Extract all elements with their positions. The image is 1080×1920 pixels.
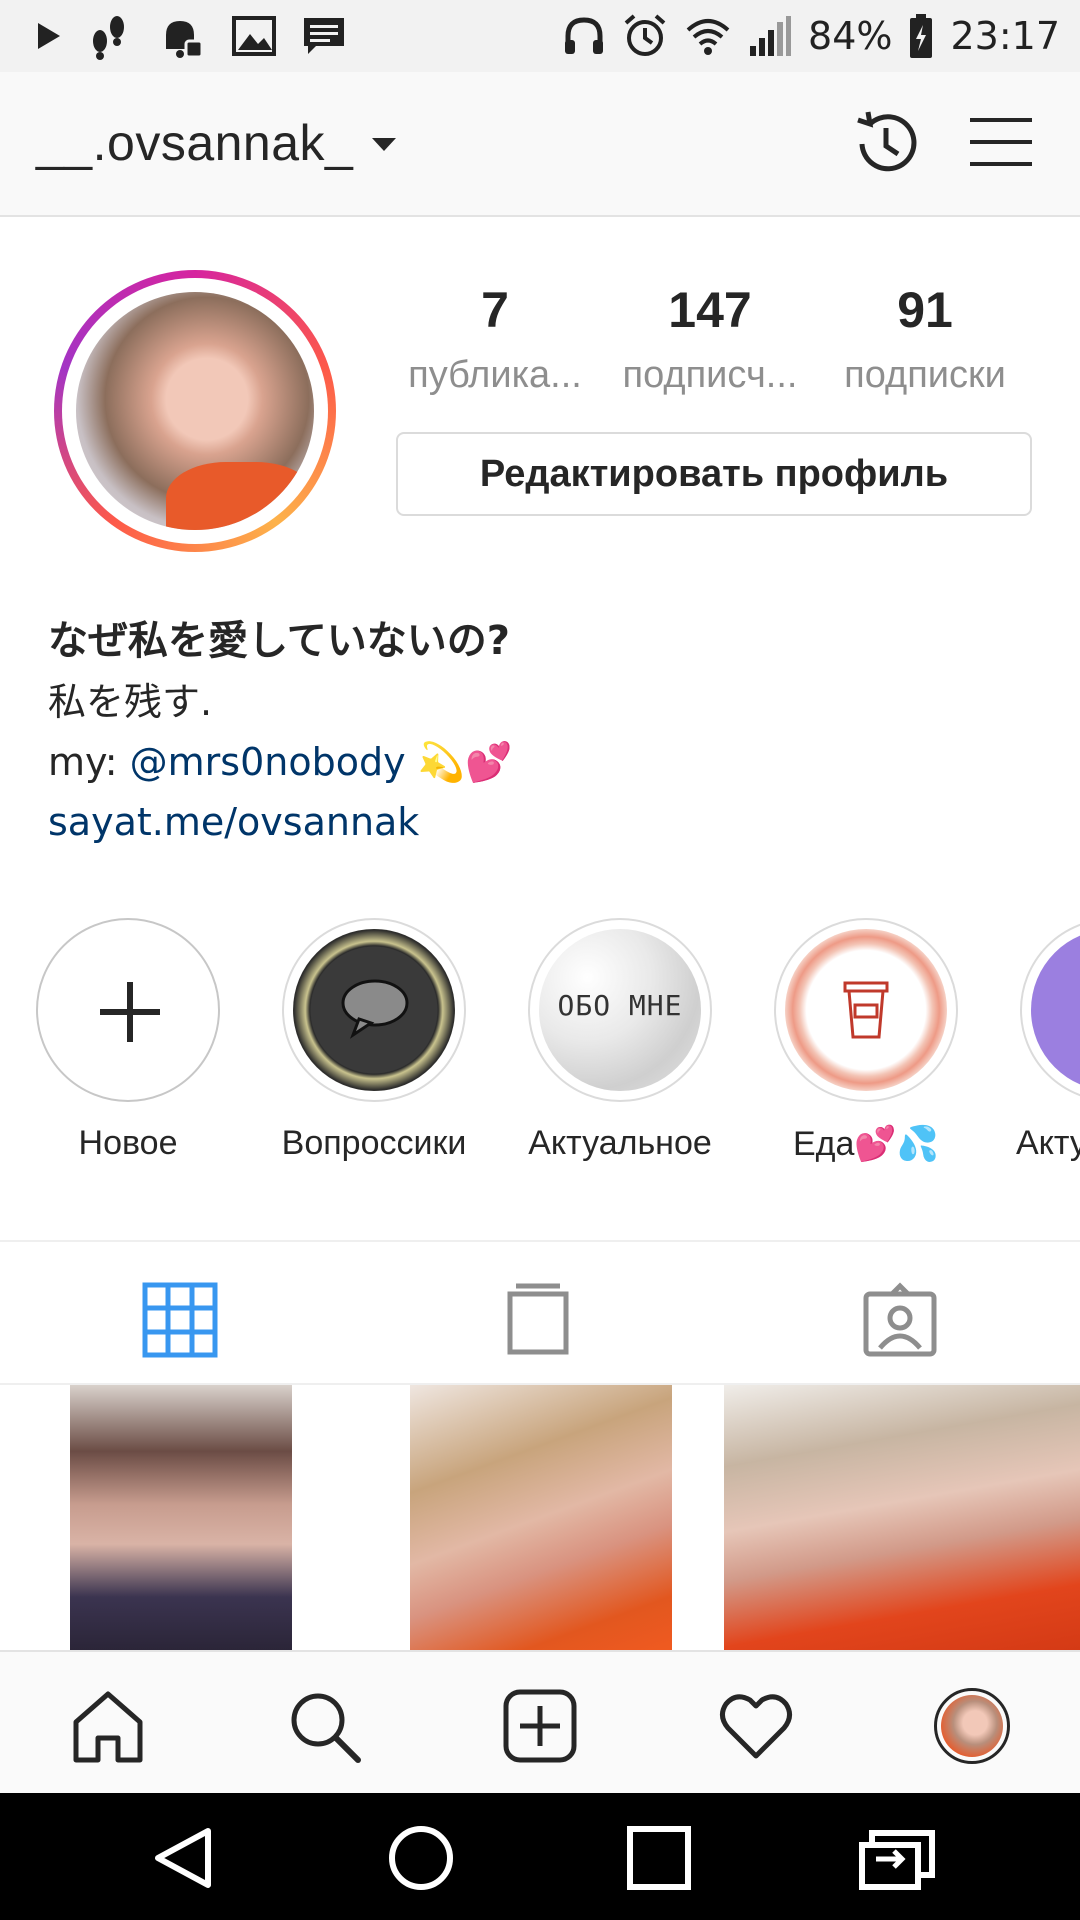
followers-label: подписч... bbox=[622, 354, 798, 396]
followers-count: 147 bbox=[668, 282, 752, 338]
battery-charging-icon bbox=[910, 14, 933, 58]
back-icon[interactable] bbox=[148, 1823, 218, 1893]
highlight-new[interactable]: Новое bbox=[28, 918, 228, 1168]
battery-percent: 84% bbox=[808, 14, 893, 58]
headphones-icon bbox=[565, 17, 604, 54]
grid-icon[interactable] bbox=[142, 1282, 218, 1358]
highlight-aktualnoe[interactable]: ОБО МНЕ Актуальное bbox=[520, 918, 720, 1163]
status-bar: 84% 23:17 bbox=[0, 0, 1080, 72]
tagged-icon[interactable] bbox=[862, 1282, 938, 1358]
profile-content-tabs bbox=[0, 1240, 1080, 1385]
post-thumbnail[interactable] bbox=[410, 1385, 672, 1650]
highlight-label: Еда💕💦 bbox=[792, 1125, 940, 1163]
signal-icon bbox=[750, 16, 792, 56]
clock: 23:17 bbox=[950, 14, 1060, 58]
search-icon[interactable] bbox=[286, 1688, 362, 1764]
highlight-cover-text: ОБО МНЕ bbox=[557, 989, 683, 1022]
post-thumbnail[interactable] bbox=[70, 1385, 292, 1650]
home-icon[interactable] bbox=[70, 1688, 146, 1764]
profile-avatar[interactable] bbox=[934, 1688, 1010, 1764]
following-count: 91 bbox=[897, 282, 953, 338]
switch-apps-icon[interactable] bbox=[858, 1823, 938, 1893]
plus-icon bbox=[100, 982, 160, 1042]
posts-label: публика... bbox=[408, 354, 582, 396]
muted-bell-icon bbox=[166, 21, 204, 59]
highlight-label: Акту bbox=[1016, 1124, 1080, 1162]
following-label: подписки bbox=[844, 354, 1006, 396]
chevron-down-icon[interactable] bbox=[372, 138, 396, 151]
alarm-icon bbox=[624, 14, 666, 56]
footsteps-icon bbox=[93, 16, 124, 60]
coffee-cup-icon bbox=[843, 981, 889, 1039]
home-button-icon[interactable] bbox=[386, 1823, 456, 1893]
edit-profile-button[interactable]: Редактировать профиль bbox=[396, 432, 1032, 516]
highlight-label: Новое bbox=[78, 1124, 178, 1162]
website-link[interactable]: sayat.me/ovsannak bbox=[48, 792, 1028, 852]
story-highlights: Новое Вопроссики ОБО МНЕ Актуальное Еда💕… bbox=[0, 918, 1080, 1168]
image-icon bbox=[232, 16, 276, 56]
highlight-eda[interactable]: Еда💕💦 bbox=[766, 918, 966, 1164]
recents-icon[interactable] bbox=[624, 1823, 694, 1893]
stat-following[interactable]: 91 подписки bbox=[820, 280, 1030, 397]
mention-link[interactable]: @mrs0nobody bbox=[130, 740, 406, 784]
profile-stats: 7 публика... 147 подписч... 91 подписки bbox=[390, 280, 1030, 397]
bottom-navigation bbox=[0, 1650, 1080, 1793]
play-icon bbox=[38, 23, 60, 49]
posts-grid bbox=[0, 1385, 1080, 1650]
highlight-aktu-partial[interactable]: Акту bbox=[1012, 918, 1080, 1163]
posts-count: 7 bbox=[481, 282, 509, 338]
highlight-cover bbox=[1031, 929, 1080, 1091]
stat-posts[interactable]: 7 публика... bbox=[390, 280, 600, 397]
speech-bubble-icon bbox=[341, 979, 409, 1039]
bio-line-2: my: @mrs0nobody 💫💕 bbox=[48, 732, 1028, 792]
highlight-cover bbox=[785, 929, 947, 1091]
bio-prefix: my: bbox=[48, 740, 130, 784]
archive-history-icon[interactable] bbox=[848, 106, 924, 182]
bio-name: なぜ私を愛していないの? bbox=[48, 618, 511, 664]
profile-photo bbox=[76, 292, 314, 530]
bio-line-1: 私を残す. bbox=[48, 680, 213, 724]
highlight-label: Вопроссики bbox=[281, 1124, 467, 1162]
wifi-icon bbox=[686, 19, 730, 55]
highlight-label: Актуальное bbox=[528, 1124, 712, 1162]
add-post-icon[interactable] bbox=[502, 1688, 578, 1764]
profile-header-bar: __.ovsannak_ bbox=[0, 72, 1080, 217]
heart-icon[interactable] bbox=[718, 1688, 794, 1764]
highlight-voprossiki[interactable]: Вопроссики bbox=[274, 918, 474, 1163]
bio-emoji: 💫💕 bbox=[405, 740, 513, 784]
message-icon bbox=[304, 18, 344, 54]
stat-followers[interactable]: 147 подписч... bbox=[605, 280, 815, 397]
profile-bio: なぜ私を愛していないの? 私を残す. my: @mrs0nobody 💫💕 sa… bbox=[48, 610, 1028, 852]
highlight-cover bbox=[293, 929, 455, 1091]
android-navigation-bar bbox=[0, 1793, 1080, 1920]
highlight-cover: ОБО МНЕ bbox=[539, 929, 701, 1091]
account-switcher[interactable]: __.ovsannak_ bbox=[36, 114, 353, 172]
post-thumbnail[interactable] bbox=[724, 1385, 1080, 1650]
feed-icon[interactable] bbox=[500, 1282, 576, 1358]
profile-avatar-story-ring[interactable] bbox=[54, 270, 336, 552]
menu-icon[interactable] bbox=[970, 112, 1032, 172]
